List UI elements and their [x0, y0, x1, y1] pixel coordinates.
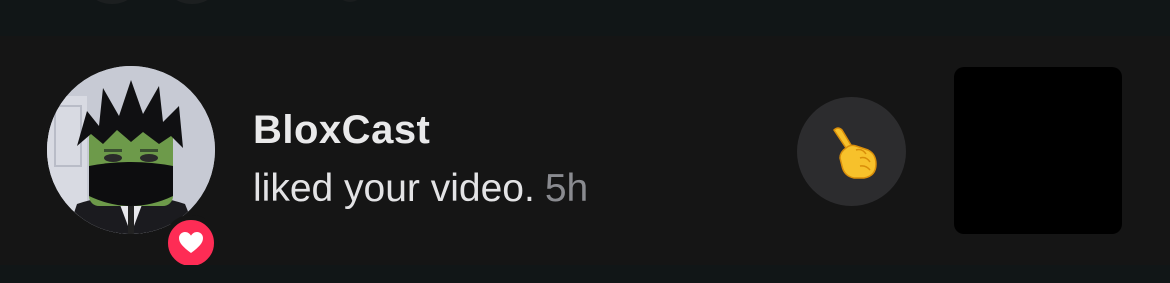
notification-row[interactable]: BloxCast liked your video. 5h [0, 36, 1170, 271]
timestamp: 5h [544, 167, 589, 210]
heart-icon [179, 232, 203, 253]
divider [0, 265, 1170, 283]
like-badge [163, 215, 219, 271]
reaction-button[interactable] [797, 97, 906, 206]
avatar [330, 0, 370, 2]
avatar[interactable] [160, 0, 224, 4]
action-line: liked your video. 5h [253, 166, 588, 212]
avatar-container[interactable] [47, 66, 219, 271]
avatar-image [47, 66, 215, 234]
avatar[interactable] [80, 0, 144, 4]
video-thumbnail[interactable] [954, 67, 1122, 234]
avatar[interactable] [47, 66, 215, 234]
pointing-hand-icon [832, 126, 877, 179]
previous-notification-row[interactable] [0, 0, 1170, 36]
notification-text[interactable]: BloxCast liked your video. 5h [253, 106, 588, 212]
action-text: liked your video. [253, 167, 535, 210]
notifications-page: BloxCast liked your video. 5h [0, 0, 1170, 283]
username[interactable]: BloxCast [253, 106, 588, 154]
